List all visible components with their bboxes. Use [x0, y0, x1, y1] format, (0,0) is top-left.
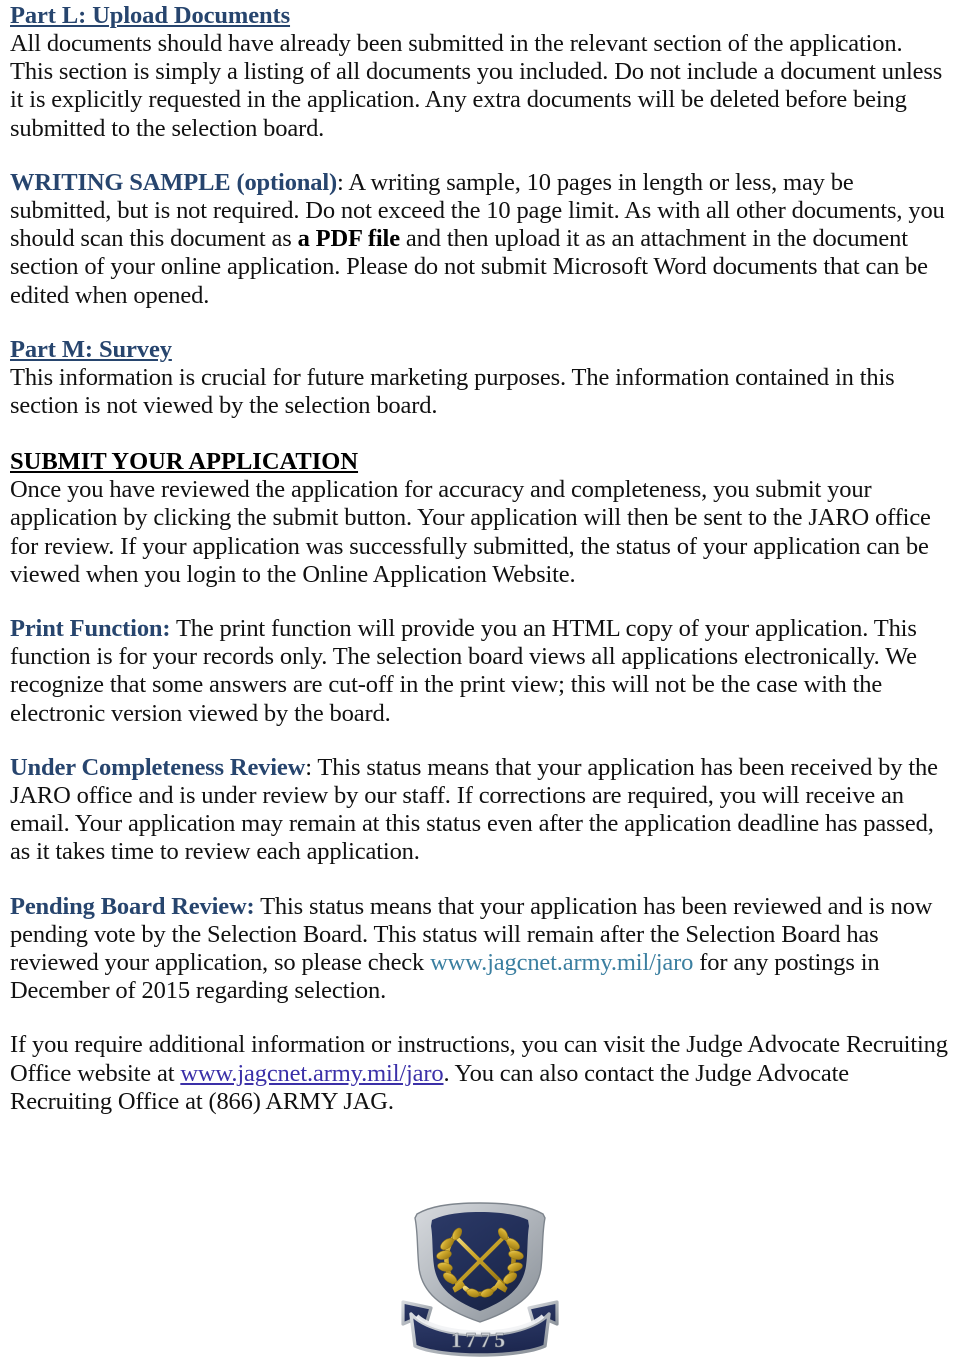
submit-line-2: application by clicking the submit butto…: [10, 504, 931, 532]
section-heading-part-l: Part L: Upload Documents: [10, 2, 950, 30]
submit-application-heading-text: SUBMIT YOUR APPLICATION: [10, 448, 359, 476]
pending-board-review-lead: Pending Board Review:: [10, 892, 255, 920]
jagcnet-link-purple[interactable]: www.jagcnet.army.mil/jaro: [180, 1060, 443, 1087]
under-completeness-review-lead: Under Completeness Review: [10, 753, 306, 781]
part-l-line-2: This section is simply a listing of all …: [10, 58, 943, 86]
submit-application-paragraph: Once you have reviewed the application f…: [10, 476, 950, 589]
spacer-after-part-m: [10, 420, 950, 448]
submit-line-4: viewed when you login to the Online Appl…: [10, 560, 576, 588]
part-m-line-2: section is not viewed by the selection b…: [10, 392, 438, 420]
emblem-container: 1775: [0, 1196, 960, 1361]
writing-sample-bold-phrase: a PDF file: [297, 225, 401, 253]
spacer-after-under-completeness: [10, 867, 950, 893]
spacer-after-writing-sample: [10, 310, 950, 336]
writing-sample-lead: WRITING SAMPLE (optional): [10, 168, 338, 196]
part-l-line-3: it is explicitly requested in the applic…: [10, 86, 907, 114]
part-m-paragraph: This information is crucial for future m…: [10, 364, 950, 420]
print-function-lead: Print Function:: [10, 615, 171, 643]
part-l-heading-text: Part L: Upload Documents: [10, 2, 291, 29]
submit-line-3: for review. If your application was succ…: [10, 532, 929, 560]
writing-sample-paragraph: WRITING SAMPLE (optional): A writing sam…: [10, 169, 950, 310]
section-heading-part-m: Part M: Survey: [10, 336, 950, 364]
part-m-line-1: This information is crucial for future m…: [10, 363, 895, 391]
emblem-banner-year: 1775: [451, 1328, 509, 1352]
document-page: Part L: Upload Documents All documents s…: [0, 0, 960, 1357]
jag-corps-insignia-icon: 1775: [401, 1202, 559, 1357]
under-completeness-review-paragraph: Under Completeness Review: This status m…: [10, 754, 950, 867]
section-heading-submit-application: SUBMIT YOUR APPLICATION: [10, 448, 950, 476]
spacer-after-pending-board-review: [10, 1005, 950, 1031]
part-l-line-1: All documents should have already been s…: [10, 30, 903, 57]
print-function-paragraph: Print Function: The print function will …: [10, 615, 950, 728]
part-m-heading-text: Part M: Survey: [10, 335, 172, 363]
pending-board-review-paragraph: Pending Board Review: This status means …: [10, 893, 950, 1006]
spacer-after-submit: [10, 589, 950, 615]
part-l-paragraph: All documents should have already been s…: [10, 30, 950, 143]
jagcnet-link-teal[interactable]: www.jagcnet.army.mil/jaro: [430, 949, 693, 976]
submit-line-1: Once you have reviewed the application f…: [10, 476, 872, 504]
part-l-line-4: submitted to the selection board.: [10, 114, 325, 142]
contact-info-paragraph: If you require additional information or…: [10, 1031, 950, 1116]
spacer-after-part-l: [10, 143, 950, 169]
spacer-after-print-function: [10, 728, 950, 754]
